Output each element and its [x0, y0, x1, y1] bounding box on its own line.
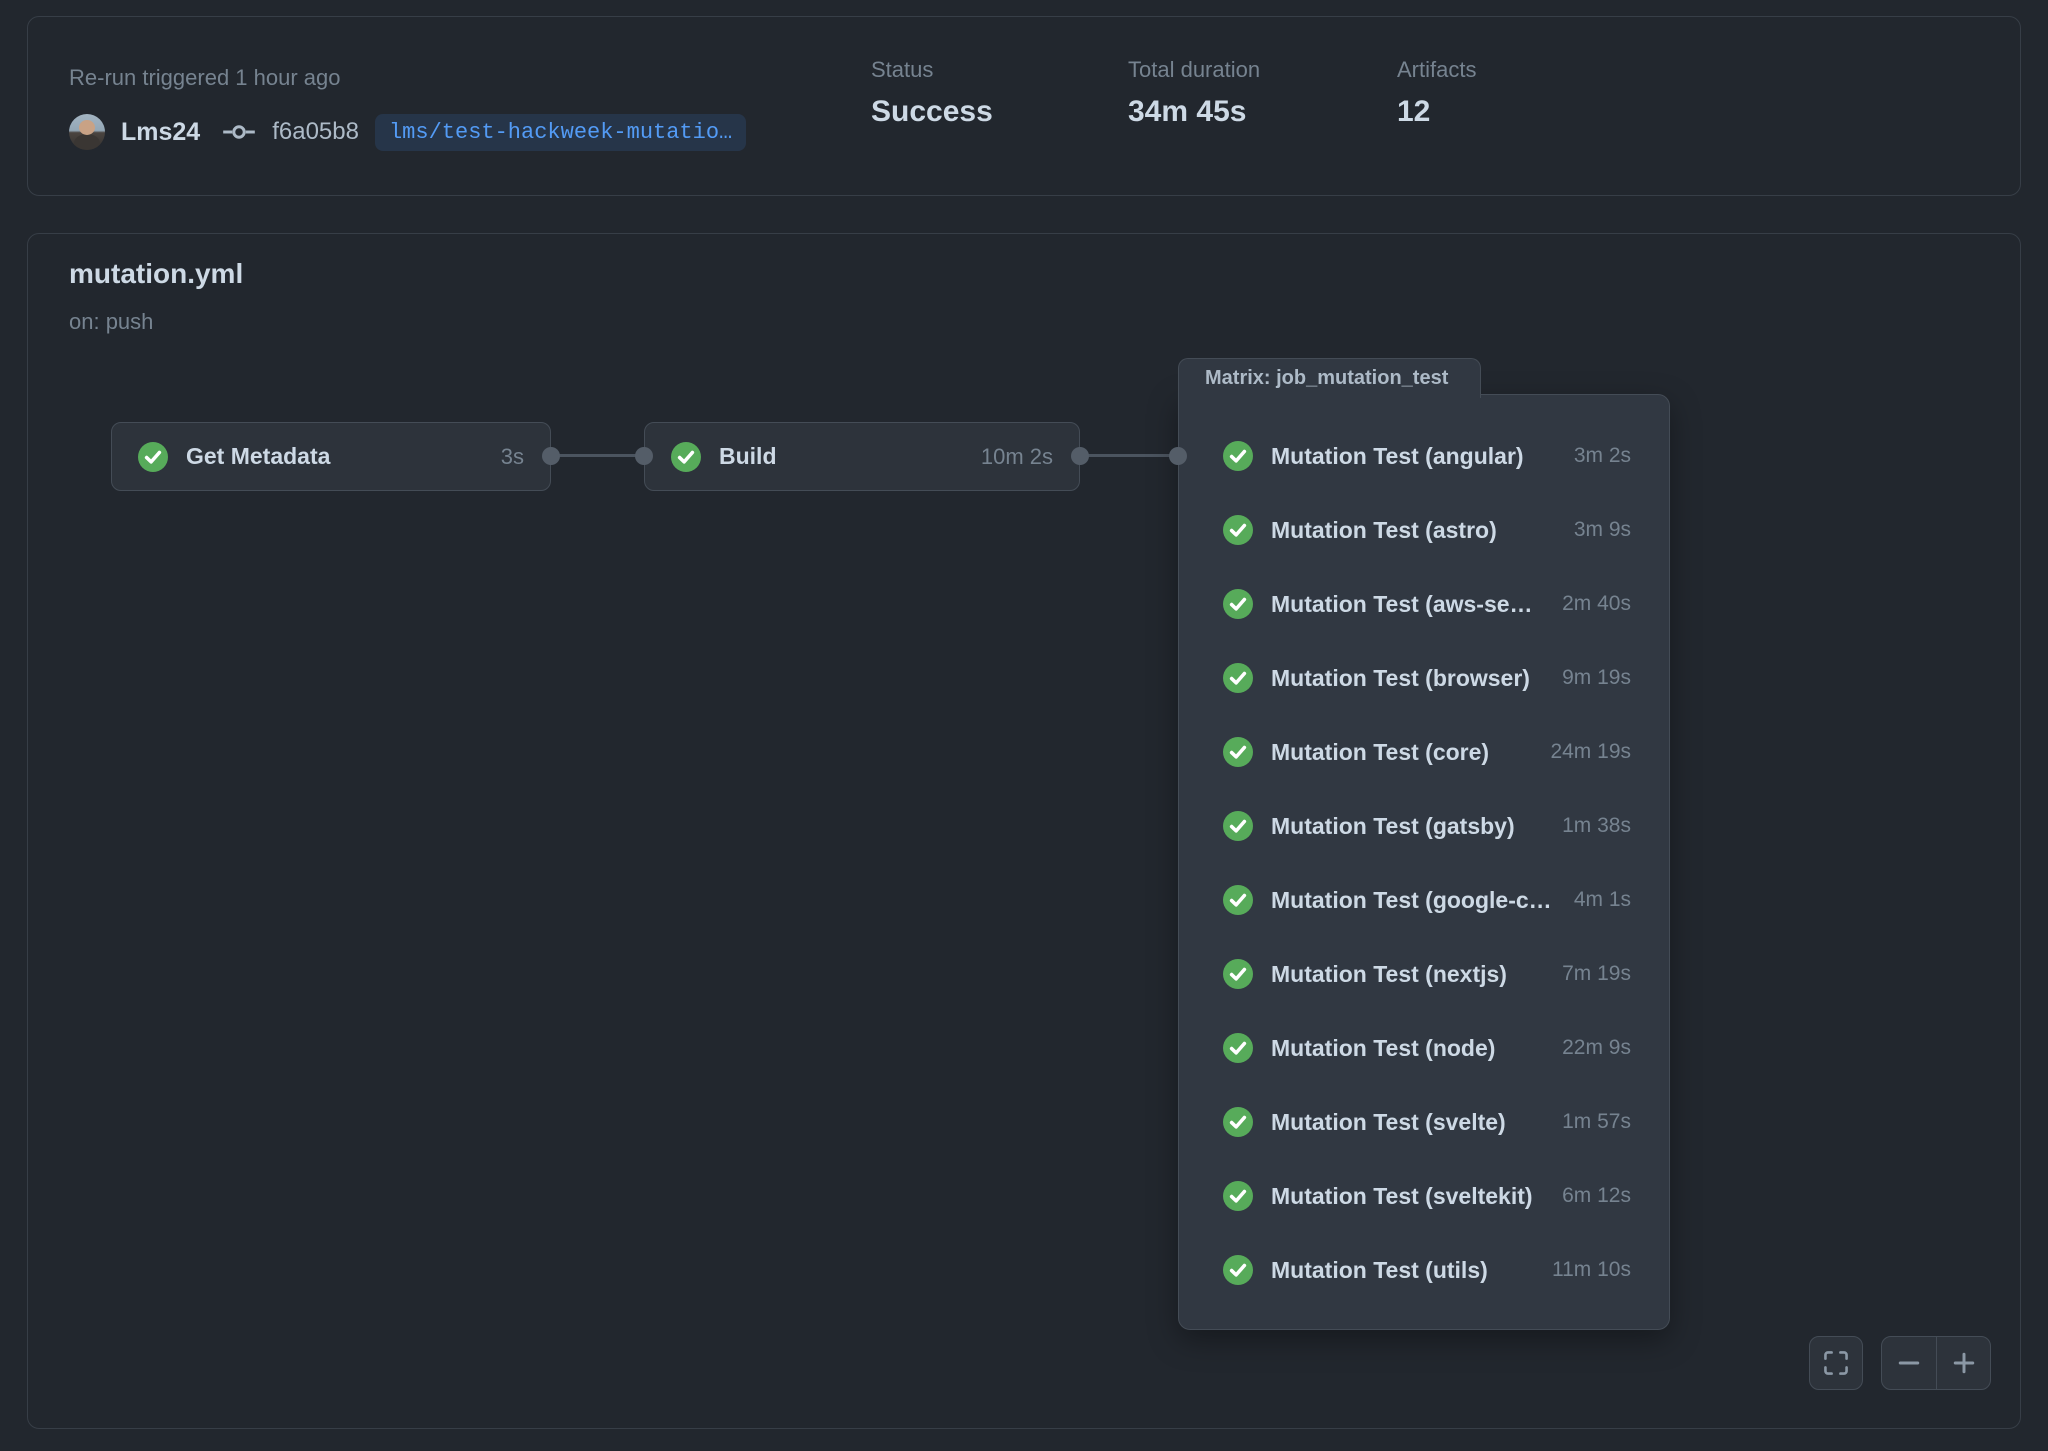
- run-stats: Status Success Total duration 34m 45s Ar…: [871, 57, 1476, 129]
- matrix-job-duration: 3m 9s: [1574, 518, 1631, 542]
- stat-value: 34m 45s: [1128, 95, 1397, 129]
- matrix-job-name: Mutation Test (angular): [1271, 443, 1556, 470]
- check-circle-icon: [1223, 811, 1253, 841]
- edge-dot: [1071, 447, 1089, 465]
- matrix-job-name: Mutation Test (browser): [1271, 665, 1544, 692]
- matrix-job-name: Mutation Test (utils): [1271, 1257, 1534, 1284]
- workflow-graph-card: mutation.yml on: push Get Metadata 3s Bu…: [27, 233, 2021, 1429]
- stat-label: Total duration: [1128, 57, 1397, 83]
- avatar[interactable]: [69, 114, 105, 150]
- stat-label: Status: [871, 57, 1128, 83]
- run-stat: Total duration 34m 45s: [1128, 57, 1397, 129]
- job-node-build[interactable]: Build 10m 2s: [644, 422, 1080, 491]
- matrix-group-tab: Matrix: job_mutation_test: [1178, 358, 1481, 398]
- fullscreen-icon: [1823, 1350, 1849, 1376]
- matrix-job-duration: 4m 1s: [1574, 888, 1631, 912]
- matrix-group-title: Matrix: job_mutation_test: [1205, 367, 1448, 390]
- zoom-button-group: [1881, 1336, 1991, 1390]
- matrix-job-row[interactable]: Mutation Test (aws-se… 2m 40s: [1179, 567, 1669, 641]
- edge-dot: [1169, 447, 1187, 465]
- matrix-job-duration: 6m 12s: [1562, 1184, 1631, 1208]
- check-circle-icon: [1223, 1033, 1253, 1063]
- matrix-job-duration: 24m 19s: [1550, 740, 1631, 764]
- job-duration: 3s: [501, 444, 524, 470]
- minus-icon: [1895, 1349, 1923, 1377]
- check-circle-icon: [138, 442, 168, 472]
- edge-dot: [635, 447, 653, 465]
- matrix-job-name: Mutation Test (node): [1271, 1035, 1544, 1062]
- matrix-job-row[interactable]: Mutation Test (angular) 3m 2s: [1179, 419, 1669, 493]
- matrix-job-duration: 11m 10s: [1552, 1258, 1631, 1282]
- check-circle-icon: [1223, 885, 1253, 915]
- check-circle-icon: [671, 442, 701, 472]
- matrix-job-duration: 3m 2s: [1574, 444, 1631, 468]
- matrix-job-duration: 22m 9s: [1562, 1036, 1631, 1060]
- actor-row: Lms24 f6a05b8 lms/test-hackweek-mutatio…: [69, 112, 746, 152]
- edge-dot: [542, 447, 560, 465]
- rerun-triggered-text: Re-run triggered 1 hour ago: [69, 65, 341, 91]
- zoom-in-button[interactable]: [1936, 1337, 1990, 1389]
- matrix-job-name: Mutation Test (sveltekit): [1271, 1183, 1544, 1210]
- edge-line: [551, 454, 644, 457]
- stat-value: Success: [871, 95, 1128, 129]
- run-stat: Artifacts 12: [1397, 57, 1476, 129]
- matrix-job-row[interactable]: Mutation Test (sveltekit) 6m 12s: [1179, 1159, 1669, 1233]
- edge-line: [1080, 454, 1178, 457]
- job-name: Build: [719, 443, 963, 470]
- git-commit-icon: [222, 120, 256, 144]
- stat-value: 12: [1397, 95, 1476, 129]
- matrix-job-row[interactable]: Mutation Test (utils) 11m 10s: [1179, 1233, 1669, 1307]
- matrix-job-duration: 1m 57s: [1562, 1110, 1631, 1134]
- job-duration: 10m 2s: [981, 444, 1053, 470]
- check-circle-icon: [1223, 441, 1253, 471]
- matrix-job-row[interactable]: Mutation Test (browser) 9m 19s: [1179, 641, 1669, 715]
- matrix-job-name: Mutation Test (svelte): [1271, 1109, 1544, 1136]
- matrix-job-row[interactable]: Mutation Test (core) 24m 19s: [1179, 715, 1669, 789]
- check-circle-icon: [1223, 589, 1253, 619]
- workflow-trigger: on: push: [69, 309, 153, 335]
- workflow-run-page: Re-run triggered 1 hour ago Lms24 f6a05b…: [0, 0, 2048, 1451]
- plus-icon: [1950, 1349, 1978, 1377]
- zoom-out-button[interactable]: [1882, 1337, 1936, 1389]
- matrix-job-duration: 1m 38s: [1562, 814, 1631, 838]
- matrix-job-name: Mutation Test (aws-se…: [1271, 591, 1544, 618]
- matrix-job-row[interactable]: Mutation Test (node) 22m 9s: [1179, 1011, 1669, 1085]
- fullscreen-button[interactable]: [1809, 1336, 1863, 1390]
- matrix-job-name: Mutation Test (astro): [1271, 517, 1556, 544]
- job-node-get-metadata[interactable]: Get Metadata 3s: [111, 422, 551, 491]
- graph-canvas-controls: [1809, 1336, 1991, 1390]
- check-circle-icon: [1223, 959, 1253, 989]
- matrix-job-name: Mutation Test (nextjs): [1271, 961, 1544, 988]
- matrix-job-duration: 2m 40s: [1562, 592, 1631, 616]
- matrix-job-name: Mutation Test (core): [1271, 739, 1532, 766]
- stat-label: Artifacts: [1397, 57, 1476, 83]
- actor-username[interactable]: Lms24: [121, 118, 200, 147]
- matrix-job-name: Mutation Test (google-c…: [1271, 887, 1556, 914]
- matrix-job-row[interactable]: Mutation Test (astro) 3m 9s: [1179, 493, 1669, 567]
- commit-sha: f6a05b8: [272, 118, 359, 146]
- matrix-job-name: Mutation Test (gatsby): [1271, 813, 1544, 840]
- job-name: Get Metadata: [186, 443, 483, 470]
- workflow-file-name: mutation.yml: [69, 258, 243, 290]
- matrix-job-row[interactable]: Mutation Test (gatsby) 1m 38s: [1179, 789, 1669, 863]
- check-circle-icon: [1223, 1181, 1253, 1211]
- matrix-job-row[interactable]: Mutation Test (nextjs) 7m 19s: [1179, 937, 1669, 1011]
- check-circle-icon: [1223, 515, 1253, 545]
- run-summary-card: Re-run triggered 1 hour ago Lms24 f6a05b…: [27, 16, 2021, 196]
- check-circle-icon: [1223, 1107, 1253, 1137]
- run-stat: Status Success: [871, 57, 1128, 129]
- branch-badge[interactable]: lms/test-hackweek-mutatio…: [375, 114, 746, 151]
- matrix-jobs-panel: Mutation Test (angular) 3m 2s Mutation T…: [1178, 394, 1670, 1330]
- check-circle-icon: [1223, 1255, 1253, 1285]
- check-circle-icon: [1223, 737, 1253, 767]
- matrix-job-duration: 7m 19s: [1562, 962, 1631, 986]
- matrix-job-row[interactable]: Mutation Test (svelte) 1m 57s: [1179, 1085, 1669, 1159]
- matrix-job-row[interactable]: Mutation Test (google-c… 4m 1s: [1179, 863, 1669, 937]
- check-circle-icon: [1223, 663, 1253, 693]
- matrix-job-duration: 9m 19s: [1562, 666, 1631, 690]
